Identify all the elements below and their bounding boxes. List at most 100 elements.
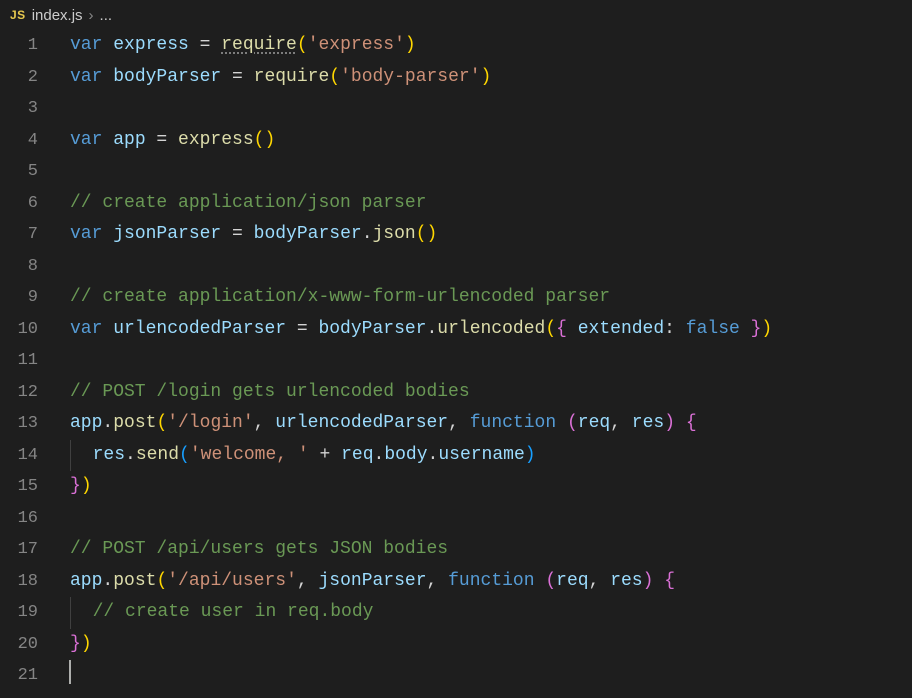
token-com: // create user in req.body bbox=[93, 602, 374, 622]
token-com: // create application/x-www-form-urlenco… bbox=[70, 287, 610, 307]
token-brace-y: ( bbox=[156, 413, 167, 433]
code-line[interactable] bbox=[70, 251, 912, 283]
token-brace-p: } bbox=[70, 476, 81, 496]
indent-guide bbox=[70, 440, 93, 472]
breadcrumb-filename[interactable]: index.js bbox=[32, 7, 83, 24]
token-brace-p: ) bbox=[643, 571, 654, 591]
token-var: express bbox=[113, 35, 189, 55]
token-str: '/api/users' bbox=[167, 571, 297, 591]
code-line[interactable]: var app = express() bbox=[70, 125, 912, 157]
token-fn: urlencoded bbox=[437, 319, 545, 339]
token: , bbox=[297, 571, 319, 591]
token bbox=[556, 413, 567, 433]
token-var: req bbox=[578, 413, 610, 433]
token-str: 'express' bbox=[308, 35, 405, 55]
code-line[interactable]: // create user in req.body bbox=[70, 597, 912, 629]
token-brace-b: ( bbox=[179, 445, 190, 465]
line-number-gutter: 123456789101112131415161718192021 bbox=[0, 30, 60, 698]
code-line[interactable]: // POST /api/users gets JSON bodies bbox=[70, 534, 912, 566]
token-str: 'welcome, ' bbox=[190, 445, 309, 465]
token-var: bodyParser bbox=[254, 224, 362, 244]
token-str: '/login' bbox=[167, 413, 253, 433]
token-var: res bbox=[632, 413, 664, 433]
code-line[interactable]: var bodyParser = require('body-parser') bbox=[70, 62, 912, 94]
token-var: req bbox=[556, 571, 588, 591]
line-number: 10 bbox=[0, 314, 38, 346]
token: , bbox=[448, 413, 470, 433]
code-line[interactable]: var express = require('express') bbox=[70, 30, 912, 62]
token bbox=[675, 319, 686, 339]
code-line[interactable]: }) bbox=[70, 629, 912, 661]
token-com: // POST /api/users gets JSON bodies bbox=[70, 539, 448, 559]
breadcrumb[interactable]: JS index.js › ... bbox=[0, 0, 912, 30]
line-number: 9 bbox=[0, 282, 38, 314]
token-brace-y: ( bbox=[545, 319, 556, 339]
token-brace-y: ) bbox=[81, 634, 92, 654]
token-kw: var bbox=[70, 130, 102, 150]
line-number: 15 bbox=[0, 471, 38, 503]
token-fn: post bbox=[113, 571, 156, 591]
token-var: jsonParser bbox=[318, 571, 426, 591]
token-var: jsonParser bbox=[113, 224, 221, 244]
code-line[interactable]: app.post('/login', urlencodedParser, fun… bbox=[70, 408, 912, 440]
line-number: 19 bbox=[0, 597, 38, 629]
token bbox=[675, 413, 686, 433]
token-var: res bbox=[93, 445, 125, 465]
code-line[interactable]: // POST /login gets urlencoded bodies bbox=[70, 377, 912, 409]
code-line[interactable]: var jsonParser = bodyParser.json() bbox=[70, 219, 912, 251]
token: , bbox=[610, 413, 632, 433]
token-kw: var bbox=[70, 35, 102, 55]
token-fn: post bbox=[113, 413, 156, 433]
token-var: bodyParser bbox=[113, 67, 221, 87]
code-editor[interactable]: 123456789101112131415161718192021 var ex… bbox=[0, 30, 912, 698]
token: . bbox=[374, 445, 385, 465]
token-fn: require bbox=[221, 35, 297, 55]
code-line[interactable]: // create application/json parser bbox=[70, 188, 912, 220]
code-line[interactable]: // create application/x-www-form-urlenco… bbox=[70, 282, 912, 314]
token: . bbox=[102, 571, 113, 591]
token: = bbox=[146, 130, 178, 150]
token-fn: json bbox=[373, 224, 416, 244]
token-brace-y: ( bbox=[329, 67, 340, 87]
line-number: 14 bbox=[0, 440, 38, 472]
code-line[interactable]: var urlencodedParser = bodyParser.urlenc… bbox=[70, 314, 912, 346]
code-area[interactable]: var express = require('express')var body… bbox=[60, 30, 912, 698]
line-number: 18 bbox=[0, 566, 38, 598]
code-line[interactable]: app.post('/api/users', jsonParser, funct… bbox=[70, 566, 912, 598]
token-fn: express bbox=[178, 130, 254, 150]
code-line[interactable] bbox=[70, 660, 912, 692]
token bbox=[102, 224, 113, 244]
token: . bbox=[428, 445, 439, 465]
token-com: // POST /login gets urlencoded bodies bbox=[70, 382, 470, 402]
breadcrumb-rest[interactable]: ... bbox=[100, 7, 113, 24]
token: = bbox=[189, 35, 221, 55]
token-var: username bbox=[438, 445, 524, 465]
line-number: 1 bbox=[0, 30, 38, 62]
token-var: extended bbox=[578, 319, 664, 339]
token-brace-y: ) bbox=[761, 319, 772, 339]
code-line[interactable]: }) bbox=[70, 471, 912, 503]
code-line[interactable] bbox=[70, 156, 912, 188]
code-line[interactable] bbox=[70, 503, 912, 535]
token-var: req bbox=[341, 445, 373, 465]
token-kw: var bbox=[70, 224, 102, 244]
code-line[interactable] bbox=[70, 93, 912, 125]
token-brace-y: () bbox=[416, 224, 438, 244]
token: + bbox=[309, 445, 341, 465]
line-number: 5 bbox=[0, 156, 38, 188]
code-line[interactable]: res.send('welcome, ' + req.body.username… bbox=[70, 440, 912, 472]
token bbox=[653, 571, 664, 591]
token-brace-p: { bbox=[664, 571, 675, 591]
token-var: app bbox=[70, 571, 102, 591]
token bbox=[102, 67, 113, 87]
token-brace-b: ) bbox=[525, 445, 536, 465]
token: = bbox=[221, 224, 253, 244]
code-line[interactable] bbox=[70, 345, 912, 377]
token: . bbox=[102, 413, 113, 433]
token-kw: var bbox=[70, 319, 102, 339]
token-kw: function bbox=[448, 571, 534, 591]
line-number: 6 bbox=[0, 188, 38, 220]
line-number: 16 bbox=[0, 503, 38, 535]
token bbox=[102, 319, 113, 339]
token-brace-y: ( bbox=[297, 35, 308, 55]
